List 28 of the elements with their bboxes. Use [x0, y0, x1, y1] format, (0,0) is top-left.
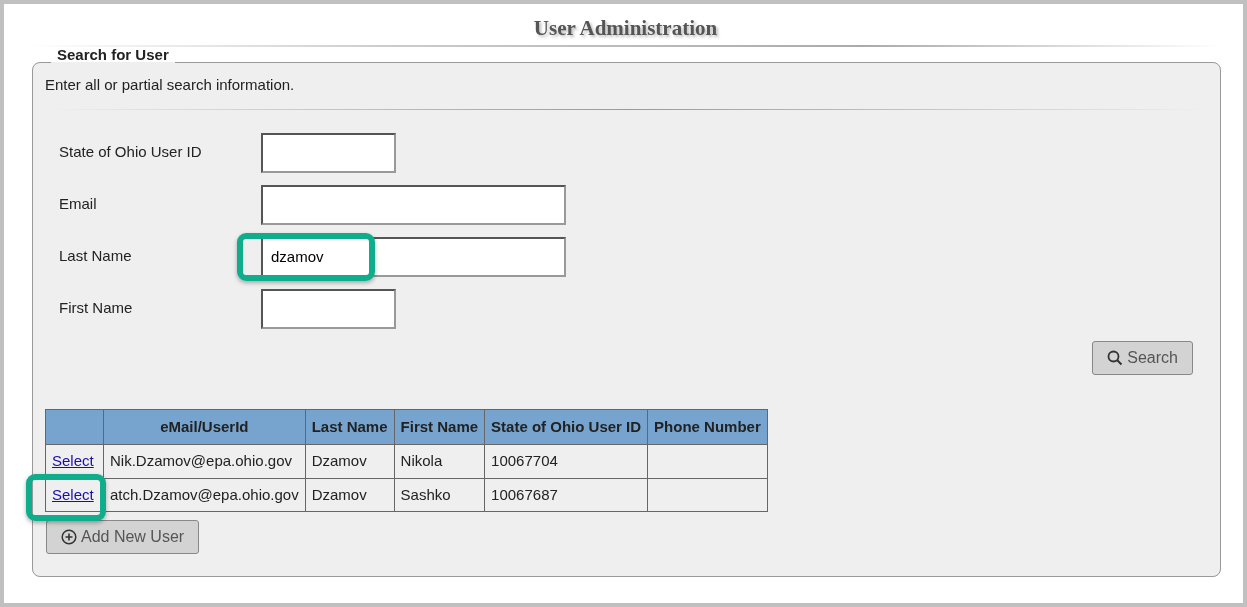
plus-circle-icon	[61, 529, 77, 546]
column-header: eMail/UserId	[103, 409, 306, 445]
column-header: Phone Number	[647, 409, 768, 445]
table-cell: atch.Dzamov@epa.ohio.gov	[103, 478, 306, 512]
input-field[interactable]	[261, 184, 566, 225]
input-field[interactable]: dzamov	[261, 236, 566, 277]
table-cell: 10067687	[484, 478, 648, 512]
search-button[interactable]: Search	[1092, 340, 1193, 375]
table-cell: Sashko	[394, 478, 485, 512]
table-cell: 10067704	[484, 444, 648, 479]
input-field[interactable]	[261, 132, 396, 173]
panel-legend: Search for User	[51, 47, 175, 63]
column-header: Last Name	[305, 409, 395, 445]
table-cell: Nikola	[394, 444, 485, 479]
page-title: User Administration	[532, 15, 719, 42]
search-icon	[1107, 349, 1124, 366]
table-cell: Dzamov	[305, 478, 395, 512]
add-user-button[interactable]: Add New User	[46, 520, 200, 555]
instructions-text: Enter all or partial search information.	[45, 75, 296, 96]
column-header: State of Ohio User ID	[484, 409, 648, 445]
field-label: Last Name	[59, 246, 133, 267]
column-header: First Name	[394, 409, 485, 445]
table-cell: Nik.Dzamov@epa.ohio.gov	[103, 444, 306, 479]
input-field[interactable]	[261, 288, 396, 329]
field-label: Email	[59, 194, 98, 215]
field-label: First Name	[59, 298, 134, 319]
table-cell: Dzamov	[305, 444, 395, 479]
field-label: State of Ohio User ID	[59, 142, 203, 163]
